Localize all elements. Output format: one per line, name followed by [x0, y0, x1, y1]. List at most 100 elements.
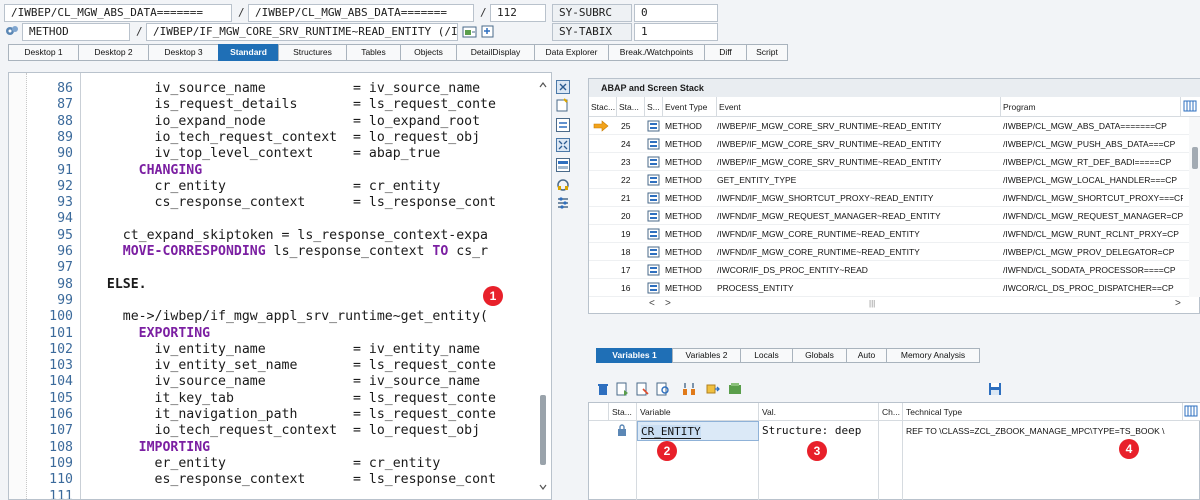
- code-line[interactable]: 87 is_request_details = ls_request_conte: [9, 97, 551, 113]
- display-source-icon[interactable]: [462, 24, 478, 40]
- code-line[interactable]: 89 io_tech_request_context = lo_request_…: [9, 130, 551, 146]
- code-line[interactable]: 109 er_entity = cr_entity: [9, 456, 551, 472]
- tab-desktop-3[interactable]: Desktop 3: [148, 44, 218, 61]
- tab-objects[interactable]: Objects: [400, 44, 456, 61]
- col-header-technical-type[interactable]: Technical Type: [903, 403, 1183, 421]
- scroll-right-end-icon[interactable]: >: [1175, 297, 1181, 311]
- scroll-right-icon[interactable]: >: [665, 297, 671, 311]
- code-line[interactable]: 108 IMPORTING: [9, 440, 551, 456]
- sysvar-value-tabix[interactable]: 1: [634, 23, 718, 41]
- col-header-changed[interactable]: Ch...: [879, 403, 903, 421]
- tab-variables-2[interactable]: Variables 2: [672, 348, 740, 363]
- code-line[interactable]: 103 iv_entity_set_name = ls_request_cont…: [9, 358, 551, 374]
- code-line[interactable]: 106 it_navigation_path = ls_request_cont…: [9, 407, 551, 423]
- code-line[interactable]: 88 io_expand_node = lo_expand_root: [9, 114, 551, 130]
- col-header-level[interactable]: Sta...: [617, 97, 645, 117]
- col-header-value[interactable]: Val.: [759, 403, 879, 421]
- stack-row[interactable]: 18 METHOD/IWFND/IF_MGW_CORE_RUNTIME~READ_…: [589, 243, 1189, 261]
- code-line[interactable]: 91 CHANGING: [9, 163, 551, 179]
- tab-variables-1[interactable]: Variables 1: [596, 348, 672, 363]
- tab-break-watchpoints[interactable]: Break./Watchpoints: [608, 44, 704, 61]
- stack-row[interactable]: 21 METHOD/IWFND/IF_MGW_SHORTCUT_PROXY~REA…: [589, 189, 1189, 207]
- stack-scroll-thumb[interactable]: [1192, 147, 1198, 169]
- scrollbar-thumb[interactable]: [540, 395, 546, 465]
- tab-structures[interactable]: Structures: [278, 44, 346, 61]
- tab-detail-display[interactable]: DetailDisplay: [456, 44, 534, 61]
- stack-row[interactable]: 17 METHOD/IWCOR/IF_DS_PROC_ENTITY~READ/IW…: [589, 261, 1189, 279]
- navigate-icon[interactable]: [480, 24, 496, 40]
- tab-globals[interactable]: Globals: [792, 348, 846, 363]
- scroll-left-icon[interactable]: <: [649, 297, 655, 311]
- export-icon[interactable]: [728, 382, 742, 396]
- code-line[interactable]: 98 ELSE.: [9, 277, 551, 293]
- tab-script[interactable]: Script: [746, 44, 788, 61]
- stack-horizontal-scrollbar[interactable]: < > ||| >: [589, 297, 1189, 311]
- stack-row[interactable]: 23 METHOD/IWBEP/IF_MGW_CORE_SRV_RUNTIME~R…: [589, 153, 1189, 171]
- sort-icon[interactable]: [682, 382, 696, 396]
- variable-technical-type[interactable]: REF TO \CLASS=ZCL_ZBOOK_MANAGE_MPC\TYPE=…: [903, 421, 1200, 441]
- tab-desktop-2[interactable]: Desktop 2: [78, 44, 148, 61]
- col-header-s[interactable]: S...: [645, 97, 663, 117]
- tab-data-explorer[interactable]: Data Explorer: [534, 44, 608, 61]
- stack-row[interactable]: 22 METHOD GET_ENTITY_TYPE/IWBEP/CL_MGW_LOC…: [589, 171, 1189, 189]
- column-settings-icon[interactable]: [1181, 97, 1200, 117]
- stack-vertical-scrollbar[interactable]: [1189, 117, 1200, 297]
- stack-row[interactable]: 16 METHOD PROCESS_ENTITY/IWCOR/CL_DS_PROC_…: [589, 279, 1189, 297]
- code-line[interactable]: 111: [9, 489, 551, 500]
- col-header-stack[interactable]: Stac...: [589, 97, 617, 117]
- code-line[interactable]: 93 cs_response_context = ls_response_con…: [9, 195, 551, 211]
- code-line[interactable]: 100 me->/iwbep/if_mgw_appl_srv_runtime~g…: [9, 309, 551, 325]
- swap-tool-icon[interactable]: [556, 158, 570, 172]
- maximize-icon[interactable]: [556, 138, 570, 152]
- col-header-event-type[interactable]: Event Type: [663, 97, 717, 117]
- stack-row[interactable]: 24 METHOD/IWBEP/IF_MGW_CORE_SRV_RUNTIME~R…: [589, 135, 1189, 153]
- tab-tables[interactable]: Tables: [346, 44, 400, 61]
- tab-desktop-1[interactable]: Desktop 1: [8, 44, 78, 61]
- tab-standard[interactable]: Standard: [218, 44, 278, 61]
- services-tool-icon[interactable]: [556, 178, 570, 192]
- stack-row[interactable]: 19 METHOD/IWFND/IF_MGW_CORE_RUNTIME~READ_…: [589, 225, 1189, 243]
- save-icon[interactable]: [988, 382, 1002, 396]
- code-line[interactable]: 107 io_tech_request_context = lo_request…: [9, 423, 551, 439]
- variable-name-input[interactable]: CR_ENTITY: [637, 421, 759, 441]
- sysvar-value-subrc[interactable]: 0: [634, 4, 718, 22]
- find-variable-icon[interactable]: [656, 382, 670, 396]
- tab-diff[interactable]: Diff: [704, 44, 746, 61]
- code-line[interactable]: 95 ct_expand_skiptoken = ls_response_con…: [9, 228, 551, 244]
- settings-tool-icon[interactable]: [556, 196, 570, 210]
- tab-auto[interactable]: Auto: [846, 348, 886, 363]
- grid-settings-icon[interactable]: [1183, 403, 1200, 421]
- tab-memory-analysis[interactable]: Memory Analysis: [886, 348, 980, 363]
- col-header-variable[interactable]: Variable: [637, 403, 759, 421]
- load-variables-icon[interactable]: [616, 382, 630, 396]
- code-line[interactable]: 92 cr_entity = cr_entity: [9, 179, 551, 195]
- scroll-grip[interactable]: |||: [869, 297, 875, 311]
- col-header-event[interactable]: Event: [717, 97, 1001, 117]
- variable-value[interactable]: Structure: deep: [759, 421, 879, 441]
- code-line[interactable]: 104 iv_source_name = iv_source_name: [9, 374, 551, 390]
- stack-row[interactable]: 20 METHOD/IWFND/IF_MGW_REQUEST_MANAGER~RE…: [589, 207, 1189, 225]
- event-type-field[interactable]: METHOD: [22, 23, 130, 41]
- transfer-icon[interactable]: [706, 382, 720, 396]
- code-line[interactable]: 96 MOVE-CORRESPONDING ls_response_contex…: [9, 244, 551, 260]
- col-header-program[interactable]: Program: [1001, 97, 1181, 117]
- code-line[interactable]: 101 EXPORTING: [9, 326, 551, 342]
- code-line[interactable]: 97: [9, 260, 551, 276]
- replace-tool-icon[interactable]: [556, 118, 570, 132]
- code-line[interactable]: 102 iv_entity_name = iv_entity_name: [9, 342, 551, 358]
- stack-row[interactable]: 25 METHOD/IWBEP/IF_MGW_CORE_SRV_RUNTIME~R…: [589, 117, 1189, 135]
- program-field[interactable]: /IWBEP/CL_MGW_ABS_DATA=======: [4, 4, 232, 22]
- insert-variable-icon[interactable]: [636, 382, 650, 396]
- include-field[interactable]: /IWBEP/CL_MGW_ABS_DATA=======: [248, 4, 474, 22]
- source-code-editor[interactable]: 86 iv_source_name = iv_source_name 87 is_…: [8, 72, 552, 500]
- code-line[interactable]: 94: [9, 211, 551, 227]
- code-line[interactable]: 110 es_response_context = ls_response_co…: [9, 472, 551, 488]
- code-line[interactable]: 86 iv_source_name = iv_source_name: [9, 81, 551, 97]
- close-panel-icon[interactable]: [556, 80, 570, 94]
- new-tool-icon[interactable]: [556, 98, 570, 112]
- code-line[interactable]: 99: [9, 293, 551, 309]
- col-header-status[interactable]: Sta...: [609, 403, 637, 421]
- code-line[interactable]: 90 iv_top_level_context = abap_true: [9, 146, 551, 162]
- delete-icon[interactable]: [596, 382, 610, 396]
- code-line[interactable]: 105 it_key_tab = ls_request_conte: [9, 391, 551, 407]
